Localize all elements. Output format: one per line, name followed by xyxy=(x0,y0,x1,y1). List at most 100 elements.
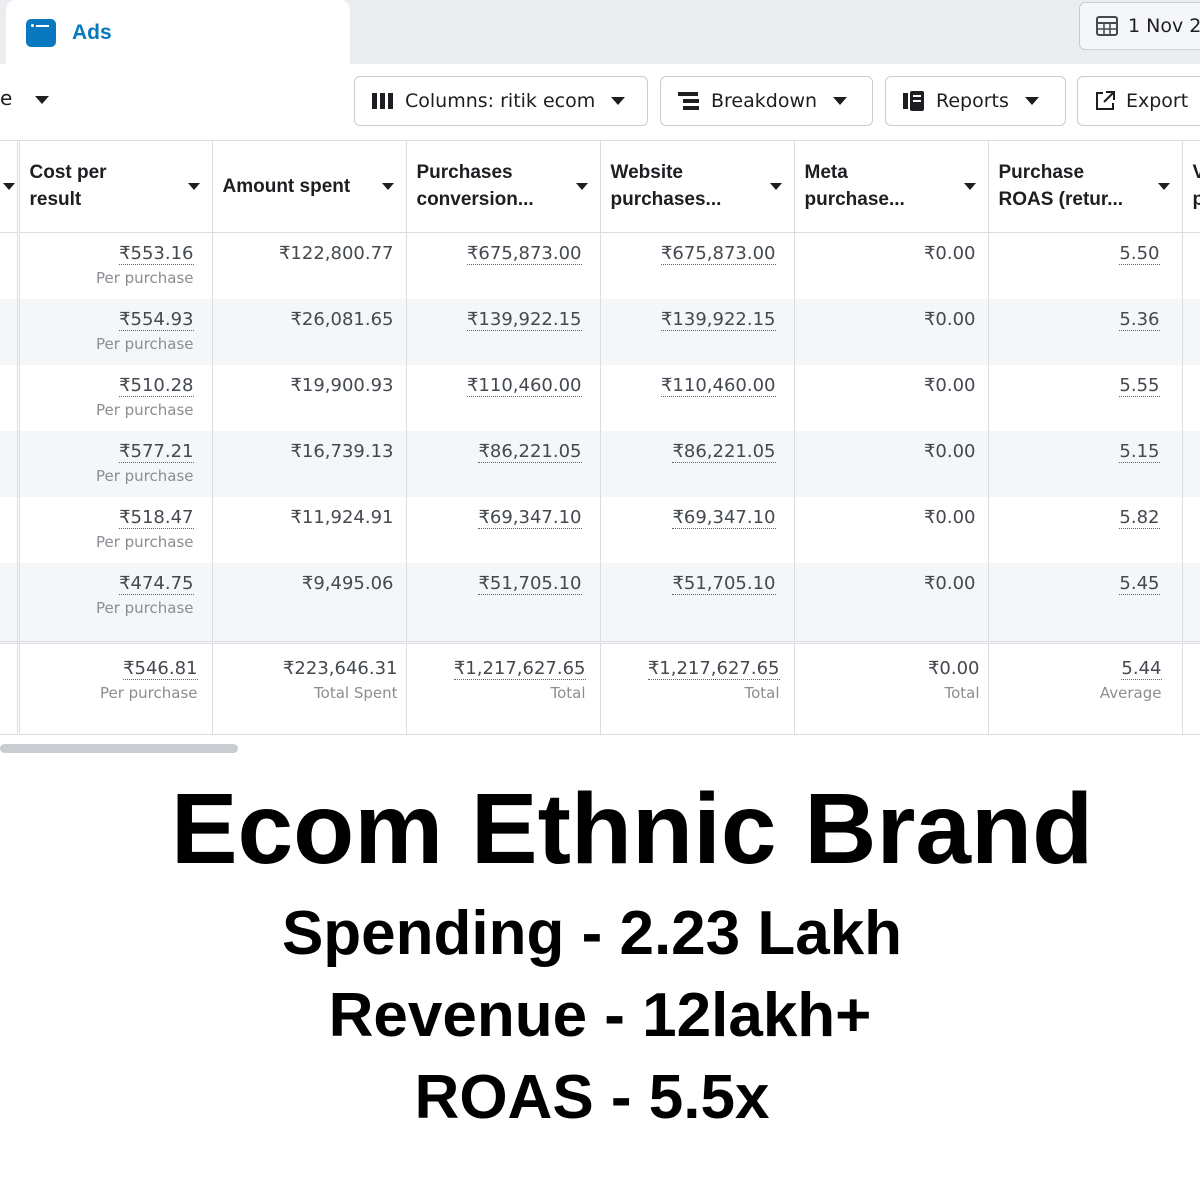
column-header-purchases-conversion[interactable]: Purchases conversion... xyxy=(406,140,601,233)
reports-label: Reports xyxy=(936,90,1009,112)
table-row[interactable]: ₹577.21 Per purchase ₹16,739.13 ₹86,221.05 ₹… xyxy=(0,430,1200,497)
table-row[interactable]: ₹474.75 Per purchase ₹9,495.06 ₹51,705.10 ₹5… xyxy=(0,562,1200,629)
cell-website-purchases: ₹86,221.05 xyxy=(600,430,795,497)
totals-website-purchases: ₹1,217,627.65 Total xyxy=(600,642,795,735)
table-row[interactable]: ₹510.28 Per purchase ₹19,900.93 ₹110,460.00… xyxy=(0,364,1200,431)
date-range-button[interactable]: 1 Nov 2 xyxy=(1079,2,1200,50)
row-cell-truncated xyxy=(0,364,20,431)
cost-value[interactable]: ₹577.21 xyxy=(119,440,194,463)
overlay-title: Ecom Ethnic Brand xyxy=(170,773,1094,885)
table-row[interactable]: ₹553.16 Per purchase ₹122,800.77 ₹675,873.0… xyxy=(0,232,1200,299)
header-line: Cost per xyxy=(29,162,107,183)
cell-purchase-roas: 5.55 xyxy=(988,364,1183,431)
chevron-down-icon xyxy=(34,95,49,104)
cost-sub-label: Per purchase xyxy=(95,269,194,287)
website-purchases-value[interactable]: ₹675,873.00 xyxy=(660,243,776,265)
cost-value[interactable]: ₹510.28 xyxy=(119,374,194,397)
columns-button[interactable]: Columns: ritik ecom xyxy=(354,76,648,126)
website-purchases-value[interactable]: ₹139,922.15 xyxy=(660,308,776,331)
column-header-truncated[interactable] xyxy=(0,140,20,233)
totals-sub-label: Total xyxy=(944,684,980,702)
table-spacer-row xyxy=(0,628,1200,644)
row-cell-truncated xyxy=(0,430,20,497)
cell-meta-purchase: ₹0.00 xyxy=(794,232,989,299)
conversion-value[interactable]: ₹69,347.10 xyxy=(478,506,582,529)
header-line: p xyxy=(1192,189,1200,210)
spent-value: ₹122,800.77 xyxy=(278,243,394,264)
totals-value[interactable]: 5.44 xyxy=(1121,658,1162,680)
tab-ads[interactable]: Ads xyxy=(6,0,350,66)
cell-meta-purchase: ₹0.00 xyxy=(794,496,989,563)
totals-sub-label: Total xyxy=(550,684,586,702)
cell-meta-purchase: ₹0.00 xyxy=(794,562,989,629)
table-header-row: Cost per result Amount spent Purchases con… xyxy=(0,140,1200,233)
breakdown-button[interactable]: Breakdown xyxy=(660,76,873,126)
breakdown-label: Breakdown xyxy=(711,90,818,112)
row-cell-truncated xyxy=(0,232,20,299)
cost-value[interactable]: ₹474.75 xyxy=(119,572,194,595)
header-line: Website xyxy=(610,162,684,183)
cell-cost-per-result: ₹510.28 Per purchase xyxy=(18,364,213,431)
cell-purchases-conversion: ₹675,873.00 xyxy=(406,232,601,299)
tab-ads-label: Ads xyxy=(72,21,112,44)
toolbar-left-dropdown[interactable]: e xyxy=(0,86,49,110)
breakdown-icon xyxy=(678,92,699,110)
roas-value[interactable]: 5.55 xyxy=(1119,374,1160,397)
cell-purchase-roas: 5.15 xyxy=(988,430,1183,497)
chevron-down-icon xyxy=(1157,183,1170,190)
roas-value[interactable]: 5.82 xyxy=(1119,506,1160,529)
column-header-truncated-right[interactable]: Vp xyxy=(1182,140,1200,233)
roas-value[interactable]: 5.45 xyxy=(1119,572,1160,595)
website-purchases-value[interactable]: ₹69,347.10 xyxy=(672,506,776,529)
column-header-purchase-roas[interactable]: Purchase ROAS (retur... xyxy=(988,140,1183,233)
conversion-value[interactable]: ₹51,705.10 xyxy=(478,572,582,595)
columns-icon xyxy=(372,93,393,109)
export-button[interactable]: Export xyxy=(1077,76,1200,126)
website-purchases-value[interactable]: ₹86,221.05 xyxy=(672,440,776,463)
cell-website-purchases: ₹69,347.10 xyxy=(600,496,795,563)
row-cell-truncated xyxy=(1182,298,1200,365)
conversion-value[interactable]: ₹675,873.00 xyxy=(466,243,582,265)
totals-meta-purchase: ₹0.00 Total xyxy=(794,642,989,735)
row-cell-truncated xyxy=(1182,497,1200,563)
totals-value[interactable]: ₹1,217,627.65 xyxy=(453,658,586,680)
row-cell-truncated xyxy=(1182,430,1200,497)
column-header-website-purchases[interactable]: Website purchases... xyxy=(600,140,795,233)
website-purchases-value[interactable]: ₹110,460.00 xyxy=(660,374,776,397)
cost-value[interactable]: ₹554.93 xyxy=(119,308,194,331)
conversion-value[interactable]: ₹110,460.00 xyxy=(466,374,582,397)
table-row[interactable]: ₹518.47 Per purchase ₹11,924.91 ₹69,347.10 ₹… xyxy=(0,496,1200,563)
cost-sub-label: Per purchase xyxy=(95,466,194,485)
meta-purchase-value: ₹0.00 xyxy=(923,572,976,594)
roas-value[interactable]: 5.50 xyxy=(1119,243,1160,265)
conversion-value[interactable]: ₹86,221.05 xyxy=(478,440,582,463)
row-cell-truncated xyxy=(1182,562,1200,629)
totals-value[interactable]: ₹546.81 xyxy=(123,658,198,680)
horizontal-scrollbar[interactable] xyxy=(0,744,238,753)
reports-button[interactable]: Reports xyxy=(885,76,1066,126)
cell-purchases-conversion: ₹51,705.10 xyxy=(406,562,601,629)
cell-meta-purchase: ₹0.00 xyxy=(794,364,989,431)
header-line: result xyxy=(29,189,82,210)
cost-value[interactable]: ₹518.47 xyxy=(119,506,194,529)
cell-amount-spent: ₹122,800.77 xyxy=(212,232,407,299)
column-header-amount-spent[interactable]: Amount spent xyxy=(212,140,407,233)
cost-sub-label: Per purchase xyxy=(95,334,194,353)
conversion-value[interactable]: ₹139,922.15 xyxy=(466,308,582,331)
cell-cost-per-result: ₹518.47 Per purchase xyxy=(18,496,213,563)
chevron-down-icon xyxy=(575,183,588,190)
roas-value[interactable]: 5.15 xyxy=(1119,440,1160,463)
cell-amount-spent: ₹19,900.93 xyxy=(212,364,407,431)
cell-meta-purchase: ₹0.00 xyxy=(794,430,989,497)
table-row[interactable]: ₹554.93 Per purchase ₹26,081.65 ₹139,922.15… xyxy=(0,298,1200,365)
roas-value[interactable]: 5.36 xyxy=(1119,308,1160,331)
website-purchases-value[interactable]: ₹51,705.10 xyxy=(672,572,776,595)
totals-value: ₹223,646.31 xyxy=(282,658,398,679)
column-header-meta-purchase[interactable]: Meta purchase... xyxy=(794,140,989,233)
cost-value[interactable]: ₹553.16 xyxy=(119,243,194,265)
cell-website-purchases: ₹51,705.10 xyxy=(600,562,795,629)
columns-label: Columns: ritik ecom xyxy=(405,90,596,112)
totals-value[interactable]: ₹1,217,627.65 xyxy=(647,658,780,680)
column-header-cost-per-result[interactable]: Cost per result xyxy=(18,140,213,233)
cell-amount-spent: ₹26,081.65 xyxy=(212,298,407,365)
